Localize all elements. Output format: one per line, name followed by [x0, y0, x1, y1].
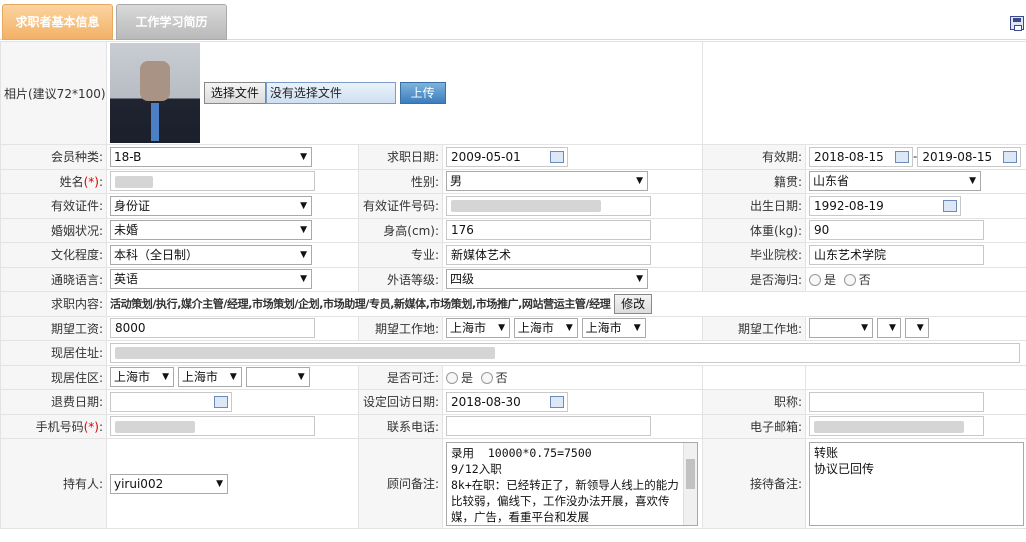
- advisor-note-textarea[interactable]: 录用 10000*0.75=7500 9/12入职 8k+在职：已经转正了，新领…: [446, 441, 698, 526]
- title-input[interactable]: [809, 391, 985, 412]
- calendar-icon[interactable]: [550, 395, 564, 408]
- reception-note-label: 接待备注:: [702, 438, 807, 529]
- apply-date-input[interactable]: 2009-05-01: [446, 146, 568, 167]
- holder-select[interactable]: yirui002 ▼: [110, 473, 228, 494]
- gender-select[interactable]: 男 ▼: [446, 171, 648, 192]
- address-input[interactable]: [110, 342, 1020, 363]
- marital-label: 婚姻状况:: [0, 217, 107, 243]
- calendar-icon[interactable]: [943, 199, 958, 212]
- overseas-no-radio[interactable]: [843, 274, 856, 287]
- valid-period-label: 有效期:: [702, 144, 807, 170]
- overseas-yes-radio[interactable]: [809, 274, 822, 287]
- native-select[interactable]: 山东省 ▼: [809, 171, 982, 192]
- holder-label: 持有人:: [0, 438, 107, 529]
- name-input[interactable]: [110, 171, 315, 192]
- photo-label: 相片(建议72*100):: [0, 41, 107, 145]
- mobile-label: 手机号码(*):: [0, 413, 107, 439]
- email-label: 电子邮箱:: [702, 413, 807, 439]
- scrollbar[interactable]: [683, 442, 697, 525]
- job-content-text: 活动策划/执行,媒介主管/经理,市场策划/企划,市场助理/专员,新媒体,市场策划…: [110, 297, 611, 311]
- relocate-no-label: 否: [495, 370, 508, 385]
- work-place2-province-select[interactable]: ▼: [809, 318, 874, 339]
- valid-start-input[interactable]: 2018-08-15: [809, 146, 914, 167]
- calendar-icon[interactable]: [895, 150, 910, 163]
- birth-label: 出生日期:: [702, 193, 807, 219]
- relocate-yes-radio[interactable]: [446, 372, 458, 385]
- edit-job-content-button[interactable]: 修改: [614, 293, 653, 314]
- relocate-label: 是否可迁:: [358, 364, 443, 390]
- file-name-display: 没有选择文件: [265, 82, 396, 104]
- weight-label: 体重(kg):: [702, 217, 807, 243]
- save-icon[interactable]: [1010, 16, 1024, 31]
- tab-bar: 求职者基本信息 工作学习简历: [0, 0, 1026, 40]
- calendar-icon[interactable]: [550, 150, 564, 163]
- tab-basic-info[interactable]: 求职者基本信息: [2, 4, 113, 40]
- work-place2-city-select[interactable]: ▼: [876, 318, 901, 339]
- overseas-no-label: 否: [858, 272, 871, 287]
- id-no-label: 有效证件号码:: [358, 193, 443, 219]
- phone-label: 联系电话:: [358, 413, 443, 439]
- refund-date-label: 退费日期:: [0, 389, 107, 415]
- jobseeker-form: 相片(建议72*100): 选择文件 没有选择文件 上传 会员种类: 18-B ▼ …: [0, 41, 1026, 529]
- area-district-select[interactable]: ▼: [245, 367, 310, 388]
- school-input[interactable]: 山东艺术学院: [809, 244, 985, 265]
- id-no-input[interactable]: [446, 195, 651, 216]
- valid-end-input[interactable]: 2019-08-15: [917, 146, 1022, 167]
- overseas-label: 是否海归:: [702, 266, 807, 292]
- id-type-label: 有效证件:: [0, 193, 107, 219]
- height-input[interactable]: 176: [446, 220, 651, 241]
- area-label: 现居住区:: [0, 364, 107, 390]
- visit-date-input[interactable]: 2018-08-30: [446, 391, 568, 412]
- reception-note-textarea[interactable]: 转账 协议已回传: [809, 441, 1025, 526]
- major-label: 专业:: [358, 242, 443, 268]
- relocate-no-radio[interactable]: [480, 372, 493, 385]
- work-city-select[interactable]: 上海市 ▼: [513, 318, 578, 339]
- gender-label: 性别:: [358, 168, 443, 194]
- phone-input[interactable]: [446, 416, 651, 437]
- work-district-select[interactable]: 上海市 ▼: [581, 318, 646, 339]
- language-label: 通晓语言:: [0, 266, 107, 292]
- mobile-input[interactable]: [110, 416, 315, 437]
- education-label: 文化程度:: [0, 242, 107, 268]
- title-label: 职称:: [702, 389, 807, 415]
- birth-input[interactable]: 1992-08-19: [809, 195, 962, 216]
- tab-work-resume[interactable]: 工作学习简历: [116, 4, 227, 40]
- visit-date-label: 设定回访日期:: [358, 389, 443, 415]
- salary-input[interactable]: 8000: [110, 318, 315, 339]
- salary-label: 期望工资:: [0, 315, 107, 341]
- avatar: [110, 43, 200, 143]
- work-place2-district-select[interactable]: ▼: [904, 318, 929, 339]
- language-select[interactable]: 英语 ▼: [110, 269, 312, 290]
- name-label: 姓名(*):: [0, 168, 107, 194]
- education-select[interactable]: 本科（全日制） ▼: [110, 244, 312, 265]
- id-type-select[interactable]: 身份证 ▼: [110, 195, 312, 216]
- work-province-select[interactable]: 上海市 ▼: [446, 318, 510, 339]
- work-place-label: 期望工作地:: [358, 315, 443, 341]
- calendar-icon[interactable]: [214, 395, 228, 408]
- calendar-icon[interactable]: [1003, 150, 1018, 163]
- job-content-label: 求职内容:: [0, 291, 107, 317]
- foreign-level-label: 外语等级:: [358, 266, 443, 292]
- area-province-select[interactable]: 上海市 ▼: [110, 367, 174, 388]
- address-label: 现居住址:: [0, 340, 107, 366]
- height-label: 身高(cm):: [358, 217, 443, 243]
- member-type-label: 会员种类:: [0, 144, 107, 170]
- area-city-select[interactable]: 上海市 ▼: [177, 367, 242, 388]
- relocate-yes-label: 是: [461, 370, 474, 385]
- upload-button[interactable]: 上传: [399, 82, 446, 104]
- work-place2-label: 期望工作地:: [702, 315, 807, 341]
- marital-select[interactable]: 未婚 ▼: [110, 220, 312, 241]
- advisor-note-label: 顾问备注:: [358, 438, 443, 529]
- overseas-yes-label: 是: [824, 272, 837, 287]
- apply-date-label: 求职日期:: [358, 144, 443, 170]
- foreign-level-select[interactable]: 四级 ▼: [446, 269, 648, 290]
- member-type-select[interactable]: 18-B ▼: [110, 146, 312, 167]
- native-label: 籍贯:: [702, 168, 807, 194]
- school-label: 毕业院校:: [702, 242, 807, 268]
- email-input[interactable]: [809, 416, 985, 437]
- weight-input[interactable]: 90: [809, 220, 985, 241]
- major-input[interactable]: 新媒体艺术: [446, 244, 651, 265]
- choose-file-button[interactable]: 选择文件: [203, 82, 266, 104]
- refund-date-input[interactable]: [110, 391, 232, 412]
